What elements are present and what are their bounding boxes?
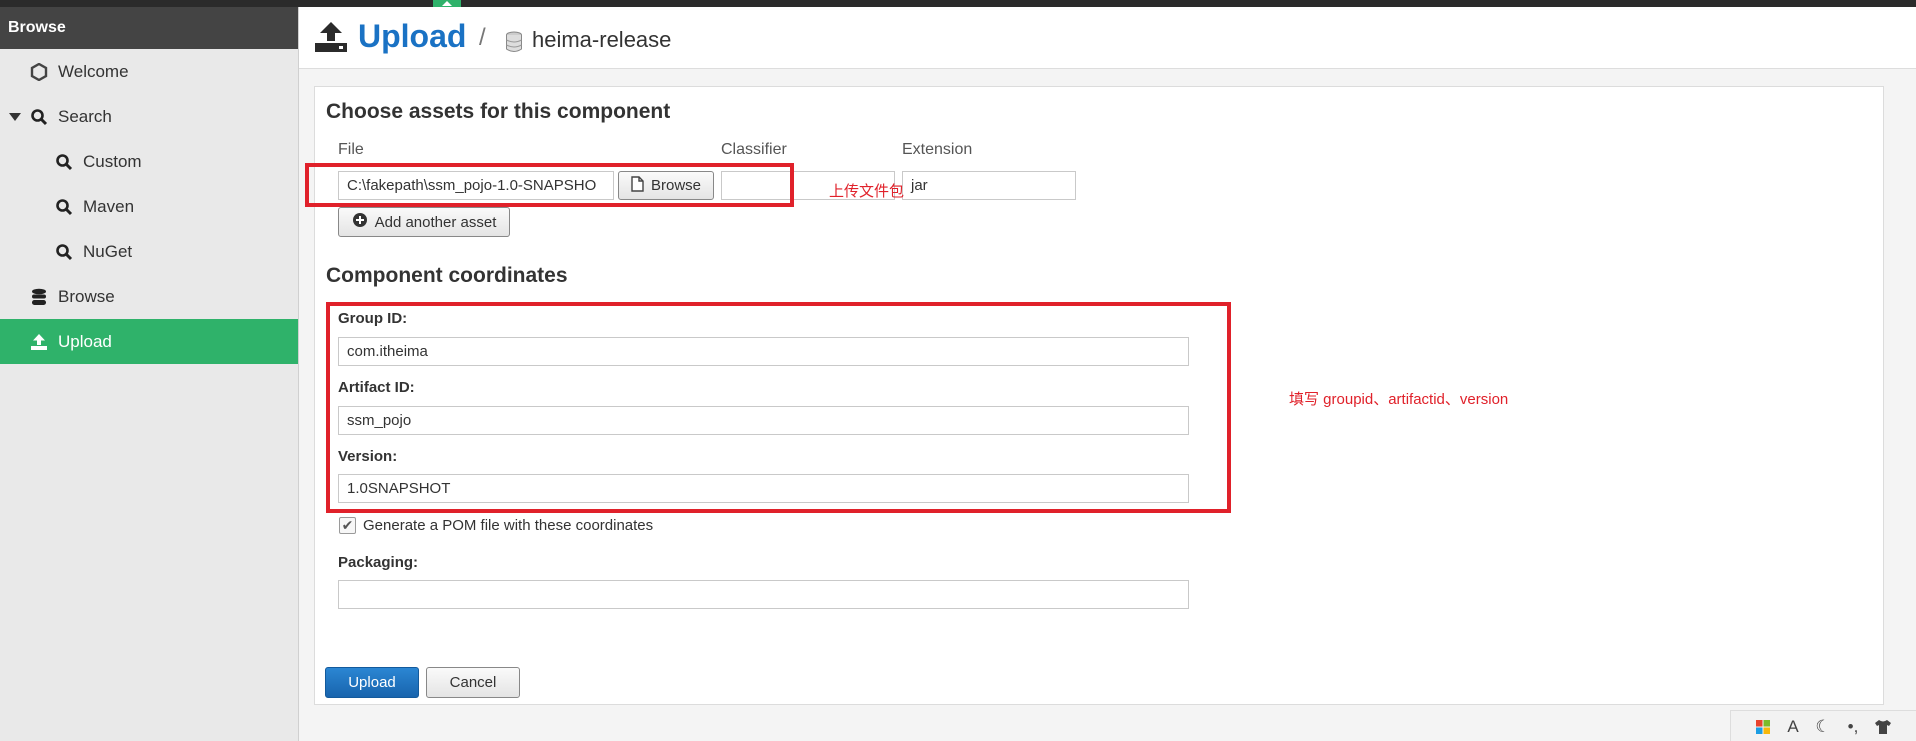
punctuation-icon[interactable]: •,: [1843, 717, 1863, 737]
extension-column-label: Extension: [902, 141, 973, 158]
sidebar-item-label: Search: [58, 107, 112, 126]
sidebar-item-label: Browse: [58, 287, 115, 306]
upload-icon: [314, 20, 348, 54]
generate-pom-label: Generate a POM file with these coordinat…: [363, 517, 654, 534]
sidebar-item-upload[interactable]: Upload: [0, 319, 298, 364]
sidebar: Browse Welcome Search Custom Maven NuGet: [0, 7, 299, 741]
shirt-icon[interactable]: [1873, 717, 1893, 737]
windows-logo-icon[interactable]: [1753, 717, 1773, 737]
font-icon[interactable]: A: [1783, 717, 1803, 737]
top-bar: [0, 0, 1916, 7]
sidebar-item-browse[interactable]: Browse: [0, 274, 298, 319]
database-icon: [28, 274, 50, 319]
sidebar-item-label: Upload: [58, 332, 112, 351]
coordinates-annotation-box: [326, 302, 1231, 513]
page-header: Upload / heima-release: [299, 7, 1916, 69]
file-annotation-text: 上传文件包: [829, 183, 905, 200]
sidebar-item-label: Maven: [83, 197, 135, 216]
file-annotation-box: [305, 163, 794, 207]
system-tray: A ☾ •,: [1730, 710, 1916, 741]
sidebar-item-welcome[interactable]: Welcome: [0, 49, 298, 94]
sidebar-item-custom[interactable]: Custom: [0, 139, 298, 184]
sidebar-item-label: Custom: [83, 152, 142, 171]
search-icon: [53, 139, 75, 184]
search-icon: [53, 229, 75, 274]
assets-section-title: Choose assets for this component: [326, 100, 671, 123]
moon-icon[interactable]: ☾: [1813, 717, 1833, 737]
sidebar-item-label: Welcome: [58, 62, 129, 81]
coordinates-annotation-text: 填写 groupid、artifactid、version: [1289, 391, 1509, 408]
search-icon: [28, 94, 50, 139]
add-asset-button[interactable]: Add another asset: [338, 207, 510, 237]
plus-circle-icon: [352, 212, 368, 232]
classifier-column-label: Classifier: [721, 141, 787, 158]
upload-icon: [28, 319, 50, 364]
repository-name: heima-release: [532, 27, 672, 52]
upload-button[interactable]: Upload: [325, 667, 419, 698]
page-title: Upload: [358, 18, 467, 54]
sidebar-item-nuget[interactable]: NuGet: [0, 229, 298, 274]
coordinates-section-title: Component coordinates: [326, 264, 568, 287]
packaging-label: Packaging:: [338, 554, 419, 571]
cancel-button[interactable]: Cancel: [426, 667, 520, 698]
active-tab-marker: [433, 0, 461, 7]
extension-field[interactable]: jar: [902, 171, 1076, 200]
packaging-field[interactable]: [338, 580, 1189, 609]
file-column-label: File: [338, 141, 364, 158]
sidebar-item-maven[interactable]: Maven: [0, 184, 298, 229]
database-icon: [505, 31, 523, 53]
sidebar-item-search[interactable]: Search: [0, 94, 298, 139]
sidebar-header: Browse: [0, 7, 298, 49]
sidebar-item-label: NuGet: [83, 242, 133, 261]
hexagon-icon: [28, 49, 50, 94]
search-icon: [53, 184, 75, 229]
breadcrumb-separator: /: [479, 24, 486, 51]
add-asset-label: Add another asset: [374, 213, 497, 231]
caret-down-icon[interactable]: [9, 113, 21, 121]
generate-pom-checkbox[interactable]: ✔: [339, 517, 356, 534]
